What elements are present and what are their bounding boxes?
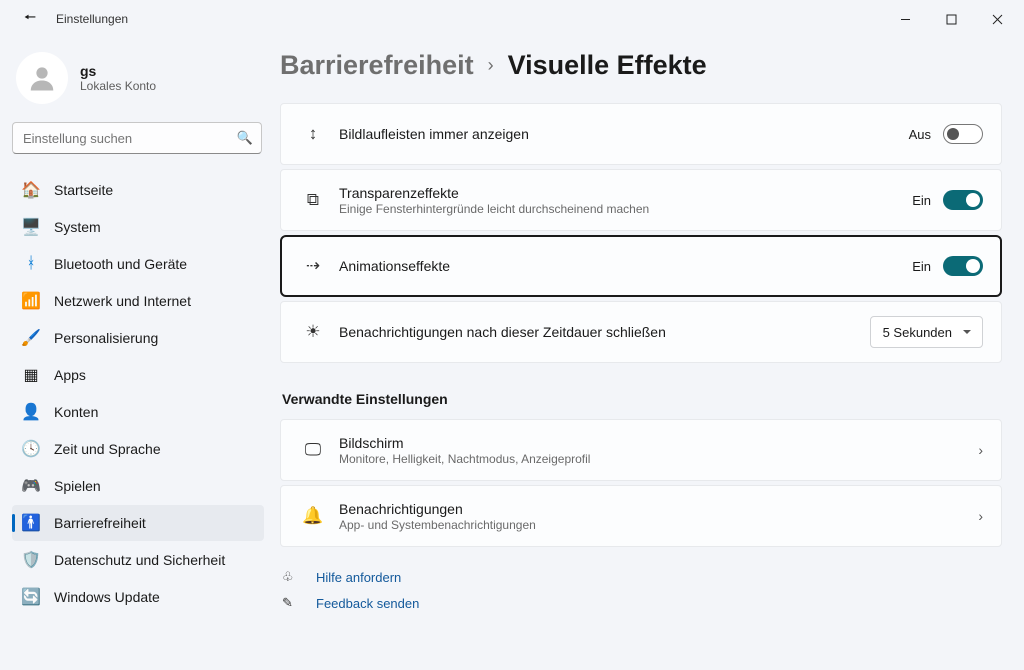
- nav: 🏠Startseite 🖥️System ᚼBluetooth und Gerä…: [12, 172, 264, 615]
- setting-notification-timeout[interactable]: ☀ Benachrichtigungen nach dieser Zeitdau…: [280, 301, 1002, 363]
- chevron-right-icon: ›: [488, 55, 494, 76]
- nav-bluetooth[interactable]: ᚼBluetooth und Geräte: [12, 246, 264, 282]
- nav-system[interactable]: 🖥️System: [12, 209, 264, 245]
- search-input[interactable]: [12, 122, 262, 154]
- nav-privacy[interactable]: 🛡️Datenschutz und Sicherheit: [12, 542, 264, 578]
- help-link[interactable]: ♧Hilfe anfordern: [282, 569, 1002, 585]
- monitor-icon: 🖵: [299, 440, 327, 460]
- search-box[interactable]: 🔍: [12, 122, 262, 154]
- account-icon: 👤: [22, 402, 40, 422]
- toggle-state: Aus: [909, 127, 931, 142]
- update-icon: 🔄: [22, 587, 40, 607]
- nav-home[interactable]: 🏠Startseite: [12, 172, 264, 208]
- shield-icon: 🛡️: [22, 550, 40, 570]
- search-icon: 🔍: [237, 130, 253, 146]
- system-icon: 🖥️: [22, 217, 40, 237]
- scroll-icon: ↕: [299, 124, 327, 144]
- bell-icon: 🔔: [299, 506, 327, 526]
- feedback-icon: ✎: [282, 595, 300, 611]
- nav-personalization[interactable]: 🖌️Personalisierung: [12, 320, 264, 356]
- nav-time[interactable]: 🕓Zeit und Sprache: [12, 431, 264, 467]
- scrollbars-toggle[interactable]: [943, 124, 983, 144]
- nav-accounts[interactable]: 👤Konten: [12, 394, 264, 430]
- clock-icon: 🕓: [22, 439, 40, 459]
- toggle-state: Ein: [912, 259, 931, 274]
- feedback-link[interactable]: ✎Feedback senden: [282, 595, 1002, 611]
- related-heading: Verwandte Einstellungen: [282, 391, 1002, 407]
- nav-update[interactable]: 🔄Windows Update: [12, 579, 264, 615]
- nav-apps[interactable]: ▦Apps: [12, 357, 264, 393]
- window-title: Einstellungen: [56, 12, 128, 26]
- nav-network[interactable]: 📶Netzwerk und Internet: [12, 283, 264, 319]
- titlebar: 🠔 Einstellungen: [0, 0, 1024, 38]
- brightness-icon: ☀: [299, 322, 327, 342]
- apps-icon: ▦: [22, 365, 40, 385]
- user-header[interactable]: gs Lokales Konto: [12, 46, 264, 122]
- avatar: [16, 52, 68, 104]
- transparency-icon: ⧉: [299, 190, 327, 210]
- timeout-select[interactable]: 5 Sekunden: [870, 316, 983, 348]
- toggle-state: Ein: [912, 193, 931, 208]
- transparency-toggle[interactable]: [943, 190, 983, 210]
- gamepad-icon: 🎮: [22, 476, 40, 496]
- wifi-icon: 📶: [22, 291, 40, 311]
- help-icon: ♧: [282, 569, 300, 585]
- related-display[interactable]: 🖵 Bildschirm Monitore, Helligkeit, Nacht…: [280, 419, 1002, 481]
- bluetooth-icon: ᚼ: [22, 255, 40, 273]
- footer-links: ♧Hilfe anfordern ✎Feedback senden: [280, 569, 1002, 611]
- back-button[interactable]: 🠔: [18, 7, 42, 31]
- setting-scrollbars[interactable]: ↕ Bildlaufleisten immer anzeigen Aus: [280, 103, 1002, 165]
- nav-gaming[interactable]: 🎮Spielen: [12, 468, 264, 504]
- user-account-type: Lokales Konto: [80, 79, 156, 93]
- setting-animations[interactable]: ⇢ Animationseffekte Ein: [280, 235, 1002, 297]
- chevron-right-icon: ›: [978, 442, 983, 458]
- breadcrumb-parent[interactable]: Barrierefreiheit: [280, 50, 474, 81]
- animation-icon: ⇢: [299, 256, 327, 276]
- user-name: gs: [80, 63, 156, 79]
- minimize-button[interactable]: [882, 3, 928, 35]
- accessibility-icon: 🚹: [22, 513, 40, 533]
- maximize-button[interactable]: [928, 3, 974, 35]
- chevron-right-icon: ›: [978, 508, 983, 524]
- breadcrumb: Barrierefreiheit › Visuelle Effekte: [280, 50, 1002, 81]
- page-title: Visuelle Effekte: [508, 50, 707, 81]
- sidebar: gs Lokales Konto 🔍 🏠Startseite 🖥️System …: [0, 38, 272, 670]
- setting-transparency[interactable]: ⧉ Transparenzeffekte Einige Fensterhinte…: [280, 169, 1002, 231]
- home-icon: 🏠: [22, 180, 40, 200]
- nav-accessibility[interactable]: 🚹Barrierefreiheit: [12, 505, 264, 541]
- main-content: Barrierefreiheit › Visuelle Effekte ↕ Bi…: [272, 38, 1024, 670]
- related-notifications[interactable]: 🔔 Benachrichtigungen App- und Systembena…: [280, 485, 1002, 547]
- close-button[interactable]: [974, 3, 1020, 35]
- animations-toggle[interactable]: [943, 256, 983, 276]
- brush-icon: 🖌️: [22, 328, 40, 348]
